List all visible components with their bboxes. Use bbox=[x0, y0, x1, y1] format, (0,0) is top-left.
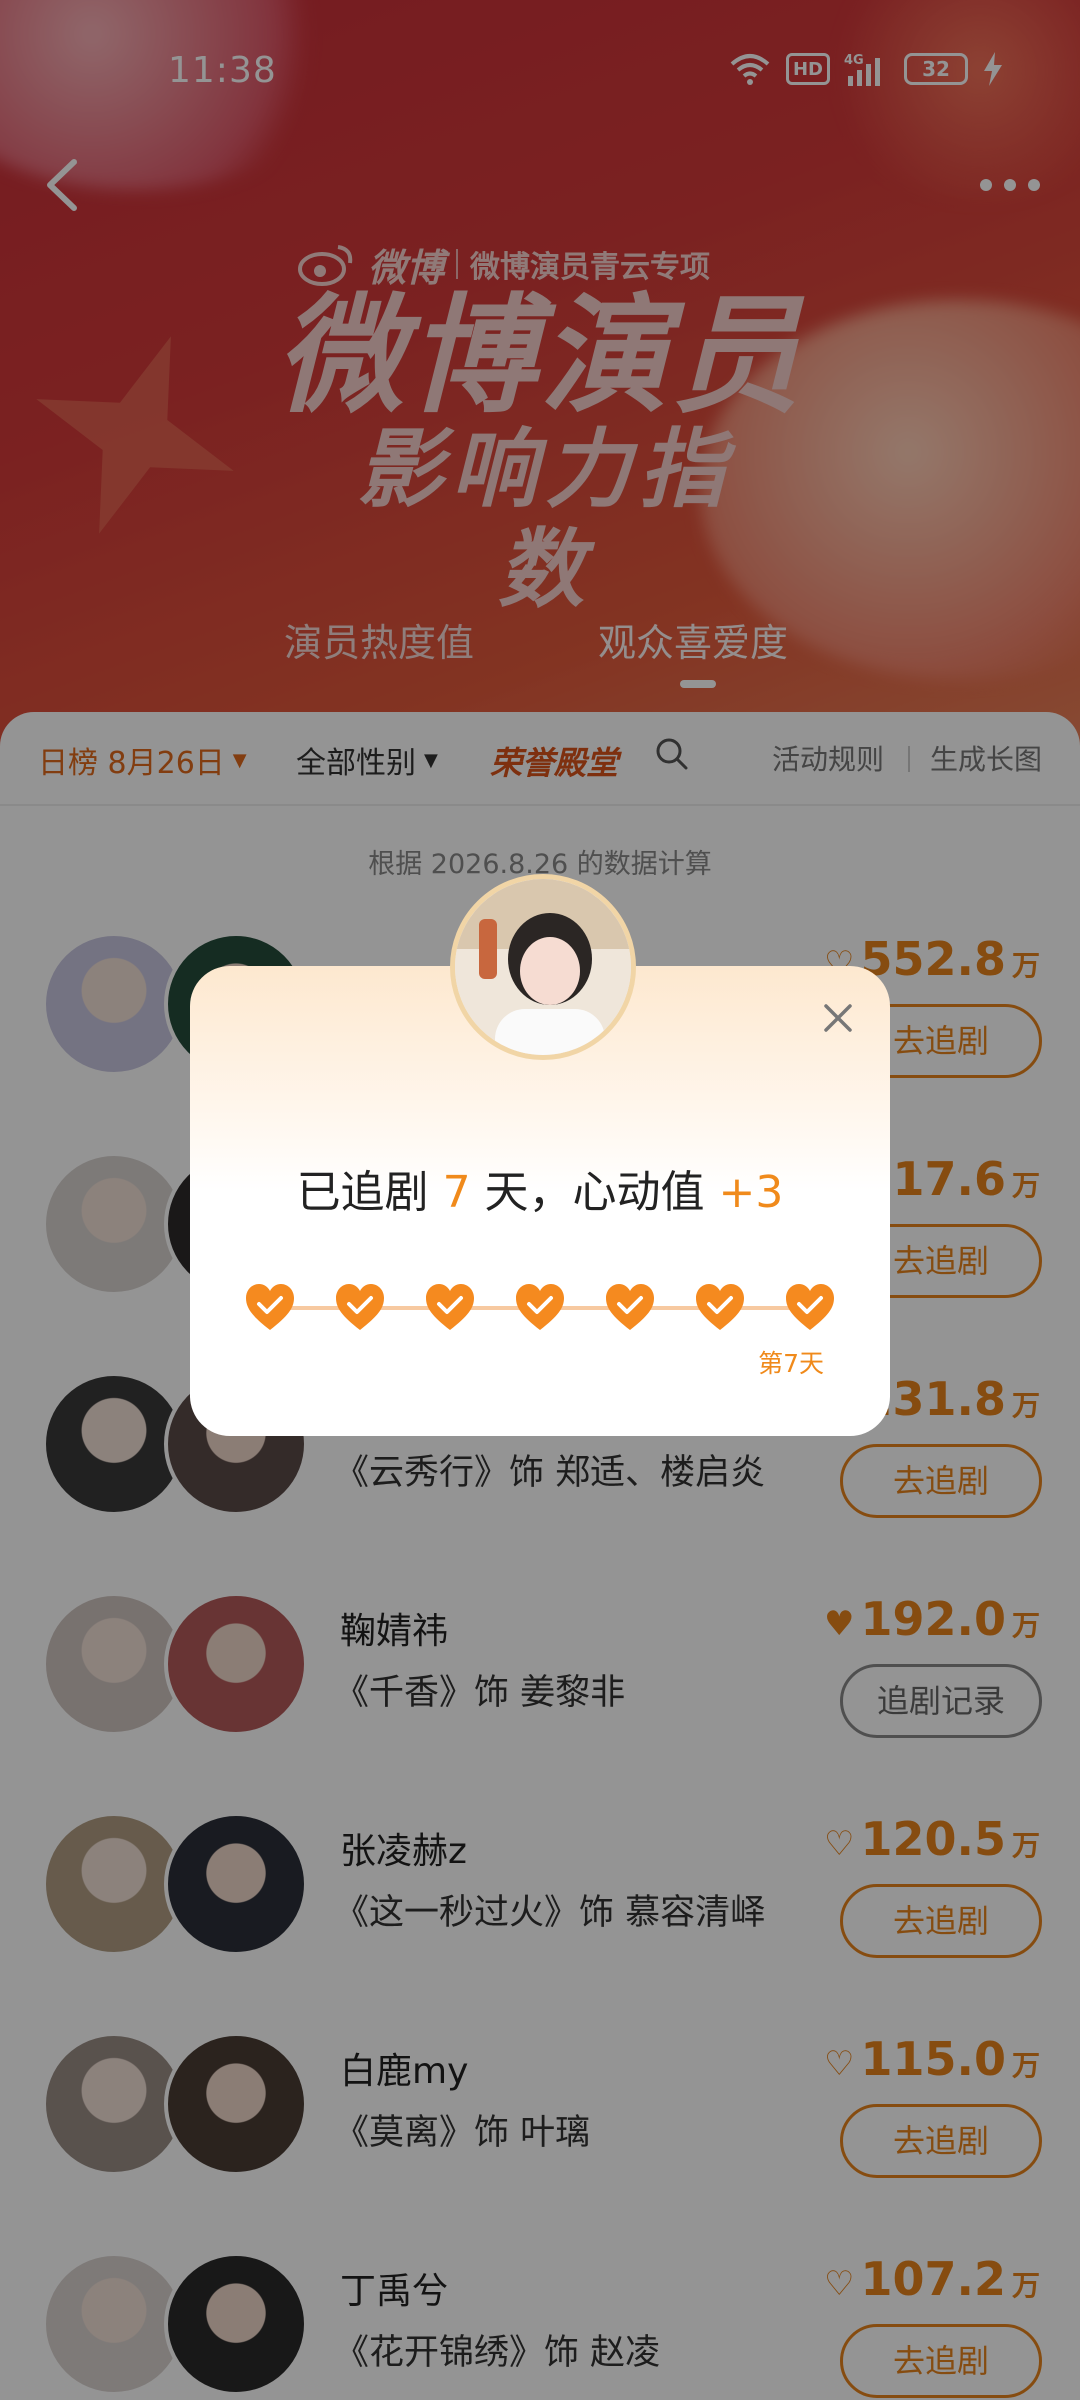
streak-prefix: 已追剧 bbox=[296, 1167, 443, 1218]
streak-message: 已追剧 7 天，心动值 +3 bbox=[190, 1156, 890, 1220]
heart-check-icon bbox=[786, 1284, 834, 1330]
streak-days: 7 bbox=[442, 1167, 471, 1218]
heart-check-icon bbox=[516, 1284, 564, 1330]
streak-bonus: +3 bbox=[718, 1167, 784, 1218]
avatar-portrait bbox=[455, 879, 631, 1055]
heart-check-icon bbox=[426, 1284, 474, 1330]
heart-check-icon bbox=[336, 1284, 384, 1330]
day-label: 第7天 bbox=[758, 1349, 824, 1378]
heart-check-icon bbox=[606, 1284, 654, 1330]
heart-check-icon bbox=[246, 1284, 294, 1330]
streak-progress bbox=[242, 1276, 838, 1336]
modal-avatar bbox=[450, 874, 636, 1060]
heart-check-icon bbox=[696, 1284, 744, 1330]
streak-middle: 天，心动值 bbox=[470, 1167, 719, 1218]
close-icon[interactable] bbox=[816, 996, 860, 1040]
streak-modal: 已追剧 7 天，心动值 +3 第7天 bbox=[190, 874, 890, 1436]
